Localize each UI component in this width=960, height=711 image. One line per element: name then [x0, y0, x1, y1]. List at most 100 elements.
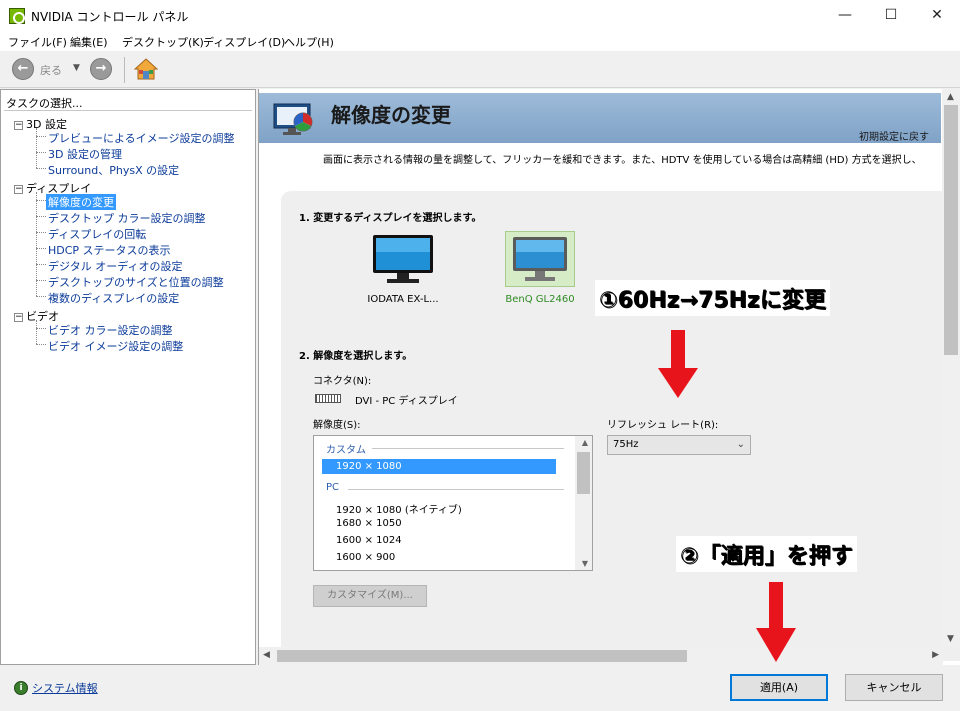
list-group-custom: カスタム — [326, 445, 366, 456]
red-arrow-down-icon — [756, 582, 796, 662]
tree-line — [36, 216, 46, 217]
tree-line — [36, 328, 46, 329]
system-info-icon[interactable]: i — [14, 681, 28, 695]
scroll-thumb[interactable] — [577, 452, 590, 494]
scroll-right-icon[interactable]: ▶ — [932, 650, 939, 660]
window-title: NVIDIA コントロール パネル — [31, 10, 189, 24]
tree-line — [36, 168, 46, 169]
title-bar: NVIDIA コントロール パネル — ☐ ✕ — [0, 0, 960, 31]
display-name-iodata[interactable]: IODATA EX-L... — [361, 294, 445, 305]
history-dropdown-icon[interactable]: ▼ — [73, 63, 80, 73]
resolution-row[interactable]: 1600 × 1024 — [336, 535, 402, 546]
restore-defaults-link[interactable]: 初期設定に戻す — [859, 128, 929, 143]
customize-button[interactable]: カスタマイズ(M)... — [313, 585, 427, 607]
page-description: 画面に表示される情報の量を調整して、フリッカーを緩和できます。また、HDTV を… — [323, 155, 922, 166]
collapse-icon[interactable]: − — [14, 184, 23, 194]
section-select-resolution: 2. 解像度を選択します。 — [299, 351, 413, 362]
resolution-list[interactable]: カスタム 1920 × 1080 PC 1920 × 1080 (ネイティブ) … — [313, 435, 593, 571]
menu-display[interactable]: ディスプレイ(D) — [203, 34, 285, 50]
tree-line — [36, 152, 46, 153]
resolution-row[interactable]: 1680 × 1050 — [336, 518, 402, 529]
collapse-icon[interactable]: − — [14, 312, 23, 322]
tree-item-digital-audio[interactable]: デジタル オーディオの設定 — [48, 258, 183, 274]
tree-item-video-image[interactable]: ビデオ イメージ設定の調整 — [48, 338, 183, 354]
tree-line — [36, 344, 46, 345]
task-tree-pane: タスクの選択... −3D 設定 プレビューによるイメージ設定の調整 3D 設定… — [0, 89, 256, 665]
tree-line — [36, 264, 46, 265]
refresh-rate-select[interactable]: 75Hz ⌄ — [607, 435, 751, 455]
resolution-row[interactable]: 1600 × 900 — [336, 552, 395, 563]
group-divider — [372, 448, 564, 449]
tree-line — [36, 280, 46, 281]
tree-line — [36, 320, 37, 344]
scroll-left-icon[interactable]: ◀ — [263, 650, 270, 660]
resolution-label: 解像度(S): — [313, 420, 361, 431]
display-settings-icon — [273, 103, 313, 135]
monitor-icon-benq[interactable] — [511, 235, 569, 283]
annotation-step2: ②「適用」を押す — [676, 536, 857, 572]
connector-label: コネクタ(N): — [313, 376, 372, 387]
refresh-rate-value: 75Hz — [613, 439, 639, 450]
resolution-list-scrollbar[interactable]: ▲ ▼ — [575, 436, 592, 570]
tree-item-manage-3d-settings[interactable]: 3D 設定の管理 — [48, 146, 122, 162]
collapse-icon[interactable]: − — [14, 120, 23, 130]
group-divider — [348, 489, 564, 490]
tree-item-video-color[interactable]: ビデオ カラー設定の調整 — [48, 322, 173, 338]
dvi-connector-icon — [315, 394, 341, 403]
resolution-row[interactable]: 1920 × 1080 (ネイティブ) — [336, 501, 462, 516]
scroll-thumb[interactable] — [277, 650, 687, 662]
cancel-button[interactable]: キャンセル — [845, 674, 943, 701]
list-group-pc: PC — [326, 482, 340, 493]
monitor-icon-iodata[interactable] — [371, 233, 435, 285]
connector-value: DVI - PC ディスプレイ — [355, 396, 458, 407]
section-select-display: 1. 変更するディスプレイを選択します。 — [299, 213, 482, 224]
tree-item-desktop-color[interactable]: デスクトップ カラー設定の調整 — [48, 210, 206, 226]
apply-button[interactable]: 適用(A) — [730, 674, 828, 701]
tree-item-hdcp-status[interactable]: HDCP ステータスの表示 — [48, 242, 171, 258]
pane-title-divider — [4, 110, 252, 111]
forward-arrow-icon[interactable]: → — [90, 58, 112, 80]
page-header: 解像度の変更 初期設定に戻す — [259, 93, 941, 143]
annotation-step1: ①60Hz→75Hzに変更 — [595, 280, 830, 316]
menu-bar: ファイル(F) 編集(E) デスクトップ(K) ディスプレイ(D) ヘルプ(H) — [0, 31, 960, 51]
page-horizontal-scrollbar[interactable]: ◀ ▶ — [259, 647, 943, 665]
back-arrow-icon[interactable]: ← — [12, 58, 34, 80]
back-label[interactable]: 戻る — [40, 62, 62, 78]
menu-file[interactable]: ファイル(F) — [8, 34, 67, 50]
page-vertical-scrollbar[interactable]: ▲ ▼ — [942, 89, 960, 647]
tree-line — [36, 128, 37, 168]
menu-help[interactable]: ヘルプ(H) — [284, 34, 334, 50]
bottom-bar: i システム情報 適用(A) キャンセル — [0, 666, 960, 711]
resolution-row-selected[interactable]: 1920 × 1080 — [322, 459, 556, 474]
maximize-button[interactable]: ☐ — [868, 0, 914, 31]
tree-item-desktop-size-position[interactable]: デスクトップのサイズと位置の調整 — [48, 274, 224, 290]
scroll-thumb[interactable] — [944, 105, 958, 355]
tree-item-surround-physx[interactable]: Surround、PhysX の設定 — [48, 162, 179, 178]
tree-item-preview-image-settings[interactable]: プレビューによるイメージ設定の調整 — [48, 130, 234, 146]
tree-item-rotate-display[interactable]: ディスプレイの回転 — [48, 226, 146, 242]
close-button[interactable]: ✕ — [914, 0, 960, 31]
system-info-link[interactable]: システム情報 — [32, 680, 98, 696]
home-icon[interactable] — [134, 57, 158, 81]
scroll-up-icon[interactable]: ▲ — [947, 92, 954, 102]
refresh-rate-label: リフレッシュ レート(R): — [607, 420, 719, 431]
page-title: 解像度の変更 — [331, 103, 451, 127]
toolbar-separator — [124, 57, 125, 83]
tree-item-multiple-displays[interactable]: 複数のディスプレイの設定 — [48, 290, 179, 306]
tree-line — [36, 200, 46, 201]
chevron-down-icon: ⌄ — [736, 439, 745, 450]
task-pane-title: タスクの選択... — [6, 97, 83, 110]
menu-desktop[interactable]: デスクトップ(K) — [122, 34, 204, 50]
tree-item-change-resolution[interactable]: 解像度の変更 — [46, 194, 116, 210]
tree-line — [36, 136, 46, 137]
display-name-benq[interactable]: BenQ GL2460 — [497, 294, 583, 305]
red-arrow-down-icon — [658, 330, 698, 398]
menu-edit[interactable]: 編集(E) — [70, 34, 108, 50]
scroll-down-icon[interactable]: ▼ — [947, 634, 954, 644]
scroll-down-icon[interactable]: ▼ — [582, 559, 588, 568]
tree-line — [36, 232, 46, 233]
nvidia-app-icon — [9, 8, 25, 24]
scroll-up-icon[interactable]: ▲ — [582, 438, 588, 447]
settings-panel: 1. 変更するディスプレイを選択します。 IODATA EX-L... BenQ… — [281, 191, 960, 661]
minimize-button[interactable]: — — [822, 0, 868, 31]
